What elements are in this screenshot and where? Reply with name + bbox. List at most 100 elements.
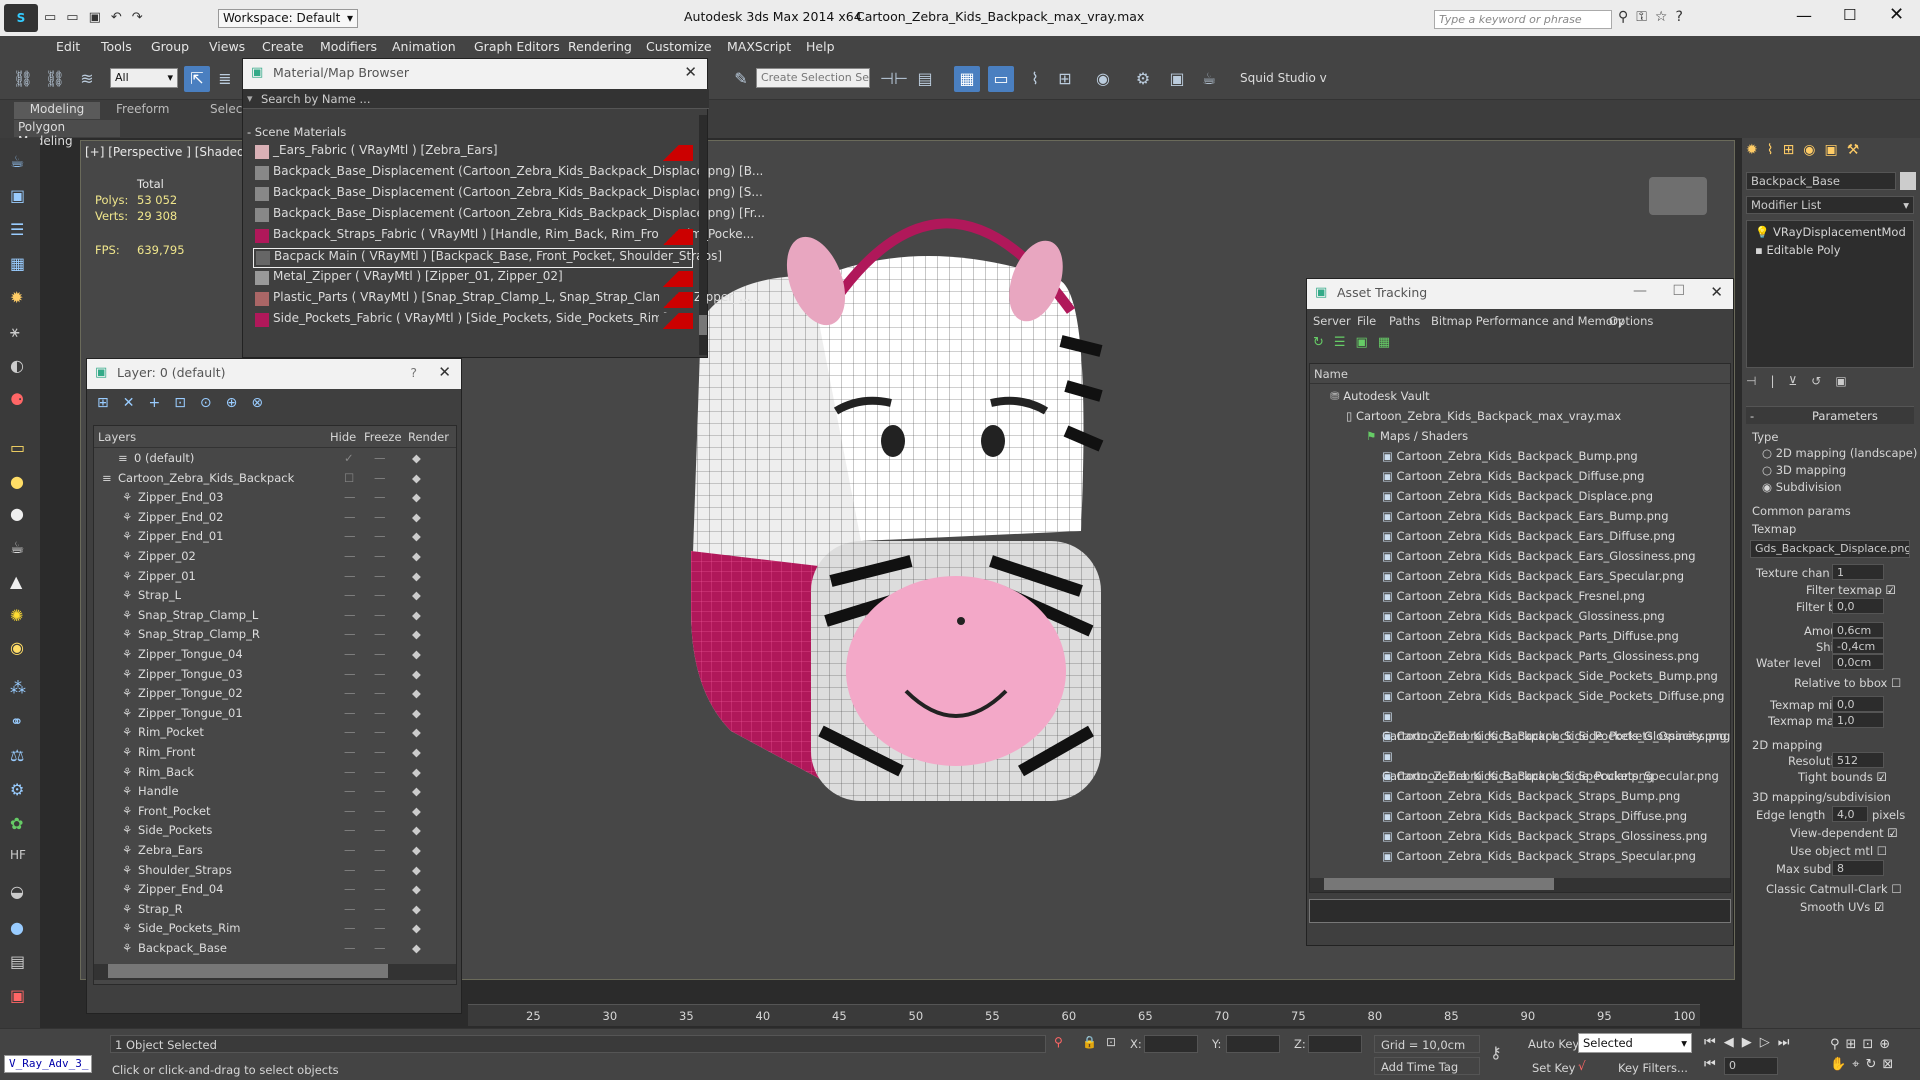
render-elements-icon[interactable]: ▣ [10, 986, 25, 1005]
freeze-toggle-icon[interactable]: — [374, 605, 386, 625]
bind-space-warp-icon[interactable]: ≋ [74, 66, 100, 92]
view-dependent-checkbox[interactable]: View-dependent ☑ [1790, 826, 1898, 840]
render-toggle-icon[interactable]: ◆ [412, 507, 421, 527]
layer-row[interactable]: ⚘ Zipper_End_02 — — ◆ [94, 507, 454, 527]
col-freeze[interactable]: Freeze [364, 430, 402, 444]
lock-icon[interactable]: 🔒 [1082, 1035, 1097, 1049]
asset-row[interactable]: ▣ Cartoon_Zebra_Kids_Backpack_Bump.png [1382, 446, 1638, 466]
freeze-toggle-icon[interactable]: — [374, 703, 386, 723]
layer-row[interactable]: ⚘ Strap_R — — ◆ [94, 899, 454, 919]
viewcube-icon[interactable] [1649, 177, 1707, 215]
geosphere-icon[interactable]: ● [10, 504, 24, 523]
list-item[interactable]: _Ears_Fabric ( VRayMtl ) [Zebra_Ears] [253, 143, 693, 163]
tree-file[interactable]: ▯ Cartoon_Zebra_Kids_Backpack_max_vray.m… [1346, 406, 1621, 426]
layer-row[interactable]: ⚘ Zipper_Tongue_04 — — ◆ [94, 644, 454, 664]
layer-row[interactable]: ⚘ Zipper_02 — — ◆ [94, 546, 454, 566]
menu-tools[interactable]: Tools [101, 36, 132, 54]
tab-modeling[interactable]: Modeling [14, 102, 100, 119]
timeline[interactable]: 25 30 35 40 45 50 55 60 65 70 75 80 85 90 95 100 [468, 1004, 1700, 1026]
render-toggle-icon[interactable]: ◆ [412, 840, 421, 860]
hide-toggle-icon[interactable]: — [344, 644, 356, 664]
sphere-blue-icon[interactable]: ● [10, 918, 24, 937]
menu-help[interactable]: Help [806, 36, 835, 54]
menu-server[interactable]: Server [1313, 314, 1351, 328]
minimize-button[interactable]: — [1796, 6, 1812, 25]
render-toggle-icon[interactable]: ◆ [412, 566, 421, 586]
menu-maxscript[interactable]: MAXScript [727, 36, 791, 54]
material-editor-icon[interactable]: ◉ [1090, 66, 1116, 92]
select-object-icon[interactable]: ⇱ [184, 66, 210, 92]
freeze-toggle-icon[interactable]: — [374, 762, 386, 782]
freeze-toggle-icon[interactable]: — [374, 918, 386, 938]
freeze-toggle-icon[interactable]: — [374, 468, 386, 488]
freeze-toggle-icon[interactable]: — [374, 546, 386, 566]
filter-blur-spinner[interactable]: 0,0 [1832, 598, 1884, 614]
col-name[interactable]: Name [1314, 367, 1348, 381]
render-toggle-icon[interactable]: ◆ [412, 899, 421, 919]
ribbon-toggle-icon[interactable]: ▭ [988, 66, 1014, 92]
render-toggle-icon[interactable]: ◆ [412, 938, 421, 958]
asset-row[interactable]: ▣ Cartoon_Zebra_Kids_Backpack_Glossiness… [1382, 606, 1665, 626]
hide-toggle-icon[interactable]: — [344, 840, 356, 860]
hide-toggle-icon[interactable]: — [344, 605, 356, 625]
render-toggle-icon[interactable]: ◆ [412, 879, 421, 899]
parameters-rollout[interactable]: - Parameters [1746, 406, 1914, 424]
edge-length-spinner[interactable]: 4,0 [1832, 806, 1868, 822]
radio-2d-mapping[interactable]: ○ 2D mapping (landscape) [1762, 446, 1917, 460]
minimize-icon[interactable]: — [1633, 283, 1647, 299]
hide-toggle-icon[interactable]: — [344, 820, 356, 840]
layer-toolbar[interactable]: ⊞✕+⊡⊙⊕⊗ [97, 395, 297, 417]
freeze-toggle-icon[interactable]: — [374, 879, 386, 899]
select-by-name-icon[interactable]: ≣ [212, 66, 238, 92]
list-item[interactable]: Backpack_Straps_Fabric ( VRayMtl ) [Hand… [253, 227, 754, 247]
freeze-toggle-icon[interactable]: — [374, 585, 386, 605]
set-key-icon[interactable]: √ [1578, 1059, 1586, 1073]
freeze-toggle-icon[interactable]: — [374, 624, 386, 644]
set-key-button[interactable]: Set Key [1532, 1061, 1575, 1075]
hide-toggle-icon[interactable]: — [344, 879, 356, 899]
scrollbar-thumb[interactable] [1324, 878, 1554, 890]
layer-row[interactable]: ⚘ Front_Pocket — — ◆ [94, 801, 454, 821]
freeze-toggle-icon[interactable]: — [374, 487, 386, 507]
auto-key-button[interactable]: Auto Key [1528, 1037, 1579, 1051]
asset-row[interactable]: ▣ Cartoon_Zebra_Kids_Backpack_Straps_Glo… [1382, 826, 1707, 846]
texmap-button[interactable]: Gds_Backpack_Displace.png) [1750, 540, 1910, 558]
link-icon[interactable]: ⛓ [10, 66, 36, 92]
grid-icon[interactable]: ▦ [10, 254, 25, 273]
layer-row[interactable]: ⚘ Rim_Pocket — — ◆ [94, 722, 454, 742]
asset-row[interactable]: ▣ Cartoon_Zebra_Kids_Backpack_Ears_Diffu… [1382, 526, 1675, 546]
hide-toggle-icon[interactable]: ☐ [344, 468, 354, 488]
render-toggle-icon[interactable]: ◆ [412, 664, 421, 684]
hide-toggle-icon[interactable]: — [344, 487, 356, 507]
teapot-prim-icon[interactable]: ☕ [10, 538, 24, 557]
stack-toolbar[interactable]: ⊣|⊻↺▣ [1746, 374, 1914, 394]
hide-toggle-icon[interactable]: — [344, 585, 356, 605]
sun-icon[interactable]: ✺ [10, 606, 23, 625]
menu-group[interactable]: Group [151, 36, 189, 54]
mirror-icon[interactable]: ⊣⊢ [880, 66, 908, 92]
hide-toggle-icon[interactable]: — [344, 722, 356, 742]
infocenter-icons[interactable]: ⚲⚿☆? [1618, 9, 1758, 29]
render-toggle-icon[interactable]: ◆ [412, 585, 421, 605]
polygon-modeling-panel[interactable]: Polygon Modeling [14, 120, 120, 148]
hide-toggle-icon[interactable]: — [344, 683, 356, 703]
shift-spinner[interactable]: -0,4cm [1832, 638, 1884, 654]
hide-toggle-icon[interactable]: — [344, 742, 356, 762]
unlink-icon[interactable]: ⛓ [42, 66, 68, 92]
resolution-spinner[interactable]: 512 [1832, 752, 1884, 768]
layer-row[interactable]: ⚘ Strap_L — — ◆ [94, 585, 454, 605]
help-icon[interactable]: ? [410, 365, 417, 380]
squid-studio-label[interactable]: Squid Studio v [1240, 71, 1327, 85]
list-item-selected[interactable]: Bacpack Main ( VRayMtl ) [Backpack_Base,… [253, 248, 722, 268]
asset-row[interactable]: ▣ Cartoon_Zebra_Kids_Backpack_Straps_Spe… [1382, 846, 1696, 866]
menu-bitmap-performance[interactable]: Bitmap Performance and Memory [1431, 314, 1624, 328]
layer-row[interactable]: ⚘ Zipper_01 — — ◆ [94, 566, 454, 586]
freeze-toggle-icon[interactable]: — [374, 820, 386, 840]
scrollbar-thumb[interactable] [699, 315, 707, 335]
render-toggle-icon[interactable]: ◆ [412, 801, 421, 821]
horizontal-scrollbar[interactable] [1310, 878, 1730, 892]
material-icon[interactable]: ◒ [10, 882, 24, 901]
asset-row[interactable]: ▣ Cartoon_Zebra_Kids_Backpack_Fresnel.pn… [1382, 586, 1645, 606]
smooth-uvs-checkbox[interactable]: Smooth UVs ☑ [1800, 900, 1884, 914]
search-by-name-field[interactable]: ▾ Search by Name ... [243, 89, 709, 109]
